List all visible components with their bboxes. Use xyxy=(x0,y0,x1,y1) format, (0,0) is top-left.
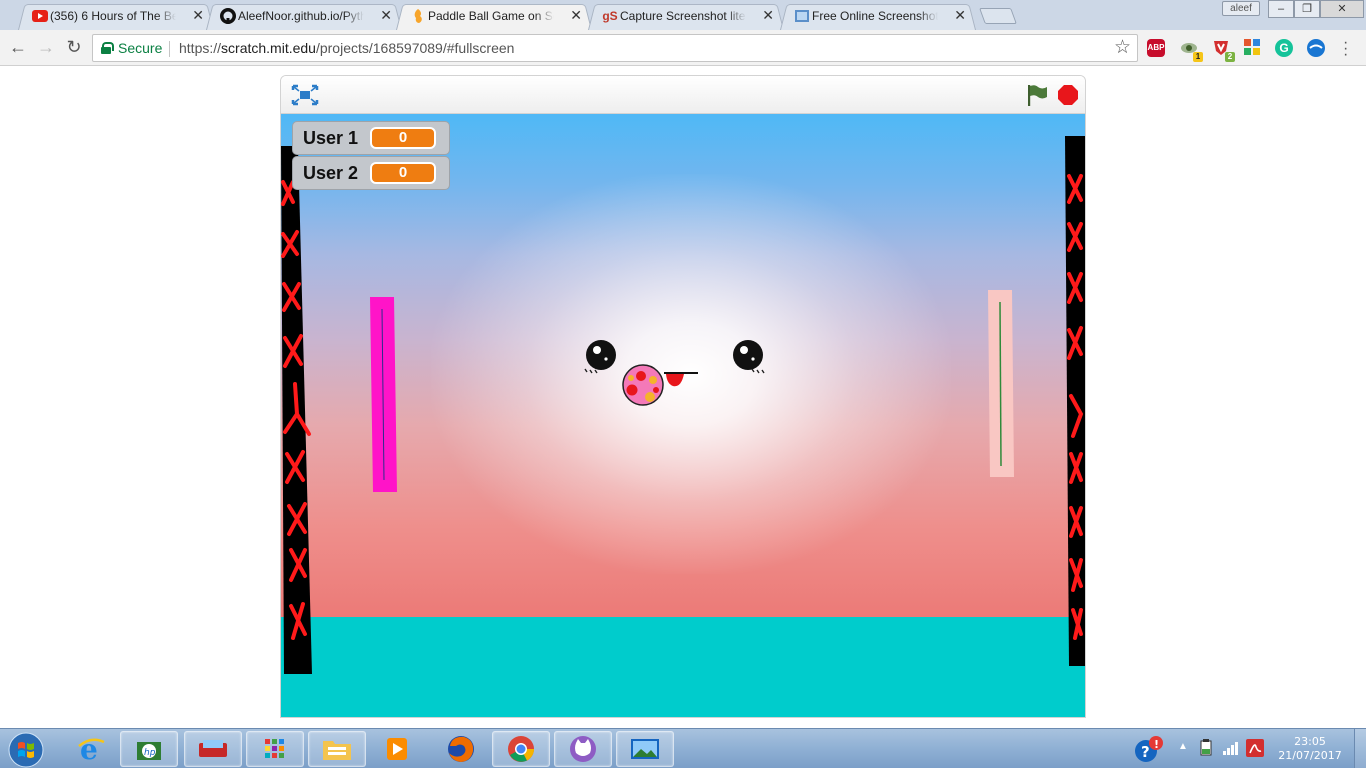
game-stage[interactable]: User 1 0 User 2 0 xyxy=(281,114,1085,717)
score-monitor-user-2[interactable]: User 2 0 xyxy=(292,156,450,190)
eye-extension-icon[interactable]: 1 xyxy=(1180,39,1203,62)
url-text[interactable]: https://scratch.mit.edu/projects/1685970… xyxy=(179,40,514,56)
secure-label: Secure xyxy=(118,40,163,56)
green-flag-icon[interactable] xyxy=(1025,83,1049,107)
browser-menu-icon[interactable]: · · · xyxy=(1343,35,1348,63)
tab-title: Capture Screenshot lite xyxy=(620,9,746,23)
windows-taskbar: e hp ?! ▲ 23:05 21/07/2017 xyxy=(0,728,1366,768)
scratch-player: User 1 0 User 2 0 xyxy=(280,75,1086,718)
minimize-button[interactable]: – xyxy=(1268,0,1294,18)
system-clock[interactable]: 23:05 21/07/2017 xyxy=(1278,735,1342,763)
left-paddle xyxy=(370,297,397,492)
right-wall xyxy=(1065,136,1085,666)
restore-button[interactable]: ❐ xyxy=(1294,0,1320,18)
monitor-value: 0 xyxy=(370,127,436,149)
app-icon[interactable] xyxy=(184,731,242,767)
tab-close-icon[interactable]: ✕ xyxy=(762,7,774,24)
extension-badge: 2 xyxy=(1225,52,1235,62)
score-monitor-user-1[interactable]: User 1 0 xyxy=(292,121,450,155)
office-extension-icon[interactable] xyxy=(1243,39,1261,57)
monitor-label: User 2 xyxy=(303,163,359,183)
back-button[interactable]: ← xyxy=(6,36,30,60)
address-bar[interactable]: Secure https://scratch.mit.edu/projects/… xyxy=(92,34,1138,62)
media-player-icon[interactable] xyxy=(368,731,426,767)
tab-github[interactable]: AleefNoor.github.io/Pyth ✕ xyxy=(206,2,402,30)
player-header xyxy=(281,76,1085,114)
ball-sprite xyxy=(622,364,664,406)
tab-scratch-active[interactable]: Paddle Ball Game on Scr ✕ xyxy=(396,2,592,30)
tab-strip: (356) 6 Hours of The Best ✕ AleefNoor.gi… xyxy=(0,0,1366,30)
lock-icon xyxy=(101,42,114,54)
globe-extension-icon[interactable] xyxy=(1307,39,1325,57)
stage-sprites xyxy=(281,136,1085,674)
shield-extension-icon[interactable]: 2 xyxy=(1212,39,1235,62)
internet-explorer-icon[interactable]: e xyxy=(62,731,120,767)
clock-time: 23:05 xyxy=(1294,735,1326,748)
power-icon[interactable] xyxy=(1198,739,1214,762)
file-explorer-icon[interactable] xyxy=(308,731,366,767)
hp-icon[interactable]: hp xyxy=(120,731,178,767)
tab-capture-screenshot[interactable]: gS Capture Screenshot lite ✕ xyxy=(588,2,784,30)
monitor-value: 0 xyxy=(370,162,436,184)
tab-close-icon[interactable]: ✕ xyxy=(380,7,392,24)
url-scheme: https:// xyxy=(179,40,222,56)
kawaii-face xyxy=(584,340,765,387)
photo-viewer-icon[interactable] xyxy=(616,731,674,767)
url-divider xyxy=(169,41,170,57)
close-window-button[interactable]: ✕ xyxy=(1320,0,1364,18)
firefox-icon[interactable] xyxy=(432,731,490,767)
forward-button[interactable]: → xyxy=(34,36,58,60)
app-grid-icon[interactable] xyxy=(246,731,304,767)
url-host: scratch.mit.edu xyxy=(221,40,316,56)
tab-close-icon[interactable]: ✕ xyxy=(570,7,582,24)
clock-date: 21/07/2017 xyxy=(1278,749,1342,762)
right-paddle xyxy=(988,290,1014,477)
tab-title: Paddle Ball Game on Scr xyxy=(428,9,554,23)
monitor-label: User 1 xyxy=(303,128,359,148)
bookmark-star-icon[interactable]: ☆ xyxy=(1114,36,1131,59)
grammarly-icon[interactable]: G xyxy=(1275,39,1293,57)
security-indicator[interactable]: Secure xyxy=(101,40,162,56)
left-wall xyxy=(281,146,312,674)
stop-icon[interactable] xyxy=(1057,84,1079,106)
profile-button[interactable]: aleef xyxy=(1222,1,1260,16)
tab-title: AleefNoor.github.io/Pyth xyxy=(238,9,364,23)
tab-free-online-screenshot[interactable]: Free Online Screenshot - ✕ xyxy=(780,2,976,30)
url-path: /projects/168597089/#fullscreen xyxy=(315,40,515,56)
tab-title: Free Online Screenshot - xyxy=(812,9,938,23)
exit-fullscreen-icon[interactable] xyxy=(291,84,319,106)
reload-button[interactable]: ↻ xyxy=(62,36,86,60)
show-hidden-icons-icon[interactable]: ▲ xyxy=(1178,741,1188,752)
acrobat-icon[interactable] xyxy=(1246,739,1264,762)
show-desktop-button[interactable] xyxy=(1354,729,1366,768)
tab-close-icon[interactable]: ✕ xyxy=(192,7,204,24)
extension-badge: 1 xyxy=(1193,52,1203,62)
scratch-cat-icon[interactable] xyxy=(554,731,612,767)
start-button[interactable] xyxy=(4,730,44,768)
network-icon[interactable] xyxy=(1222,741,1240,760)
tab-youtube[interactable]: (356) 6 Hours of The Best ✕ xyxy=(18,2,214,30)
svg-text:?: ? xyxy=(1141,743,1150,761)
tab-title: (356) 6 Hours of The Best xyxy=(50,9,176,23)
svg-text:hp: hp xyxy=(144,748,156,758)
new-tab-button[interactable] xyxy=(979,8,1017,24)
svg-text:!: ! xyxy=(1154,738,1159,751)
adblock-plus-icon[interactable]: ABP xyxy=(1147,39,1165,57)
chrome-icon[interactable] xyxy=(492,731,550,767)
help-notification-icon[interactable]: ?! xyxy=(1134,735,1164,768)
tab-close-icon[interactable]: ✕ xyxy=(954,7,966,24)
browser-toolbar: ← → ↻ Secure https://scratch.mit.edu/pro… xyxy=(0,30,1366,66)
